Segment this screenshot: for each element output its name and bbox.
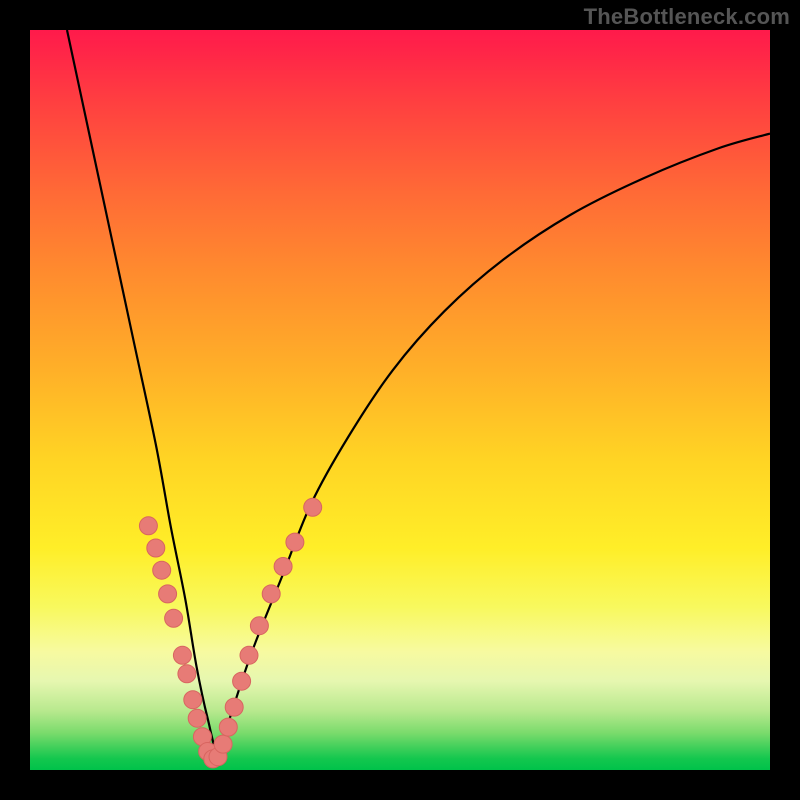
chart-svg (30, 30, 770, 770)
data-marker (153, 561, 171, 579)
data-marker (188, 709, 206, 727)
data-marker (173, 646, 191, 664)
data-marker (147, 539, 165, 557)
data-marker (225, 698, 243, 716)
data-marker (233, 672, 251, 690)
watermark-text: TheBottleneck.com (584, 4, 790, 30)
plot-area (30, 30, 770, 770)
data-marker (214, 735, 232, 753)
data-marker (274, 558, 292, 576)
data-marker (199, 743, 217, 761)
chart-frame: TheBottleneck.com (0, 0, 800, 800)
data-marker (159, 585, 177, 603)
data-marker (240, 646, 258, 664)
data-marker (178, 665, 196, 683)
data-marker (219, 718, 237, 736)
data-marker (193, 728, 211, 746)
data-marker (250, 617, 268, 635)
data-marker (184, 691, 202, 709)
curve-markers (139, 498, 321, 768)
data-marker (262, 585, 280, 603)
data-marker (286, 533, 304, 551)
data-marker (209, 748, 227, 766)
bottleneck-curve (67, 30, 770, 755)
data-marker (304, 498, 322, 516)
data-marker (165, 609, 183, 627)
data-marker (204, 750, 222, 768)
data-marker (139, 517, 157, 535)
